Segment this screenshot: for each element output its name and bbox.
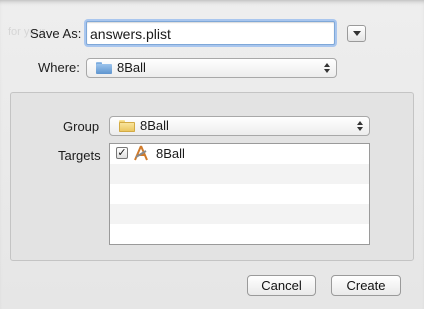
save-as-label: Save As: [30,26,82,41]
where-popup-value: 8Ball [117,60,146,75]
save-as-field[interactable]: answers.plist [86,21,335,45]
save-sheet: for your Rich Text F Save As: answers.pl… [0,0,424,309]
where-popup[interactable]: 8Ball [86,58,337,78]
targets-list[interactable]: ✓ 8Ball [109,143,370,245]
save-as-value: answers.plist [90,26,171,42]
popup-arrows-icon [357,119,365,133]
group-popup-value: 8Ball [140,118,169,133]
target-label: 8Ball [156,146,185,161]
popup-arrows-icon [324,61,332,75]
create-button[interactable]: Create [331,275,401,296]
group-label: Group [63,119,100,134]
list-item-empty [110,204,369,224]
group-popup[interactable]: 8Ball [109,116,370,136]
list-item[interactable]: ✓ 8Ball [110,144,369,164]
xcode-app-icon [134,145,148,161]
chevron-down-icon [353,31,361,36]
expand-options-button[interactable] [347,25,366,42]
cancel-button[interactable]: Cancel [247,275,316,296]
where-label: Where: [38,60,80,75]
list-item-empty [110,164,369,184]
folder-icon [119,120,135,132]
list-item-empty [110,224,369,244]
folder-icon [96,62,112,74]
list-item-empty [110,184,369,204]
target-checkbox[interactable]: ✓ [116,147,128,159]
targets-label: Targets [58,148,101,163]
